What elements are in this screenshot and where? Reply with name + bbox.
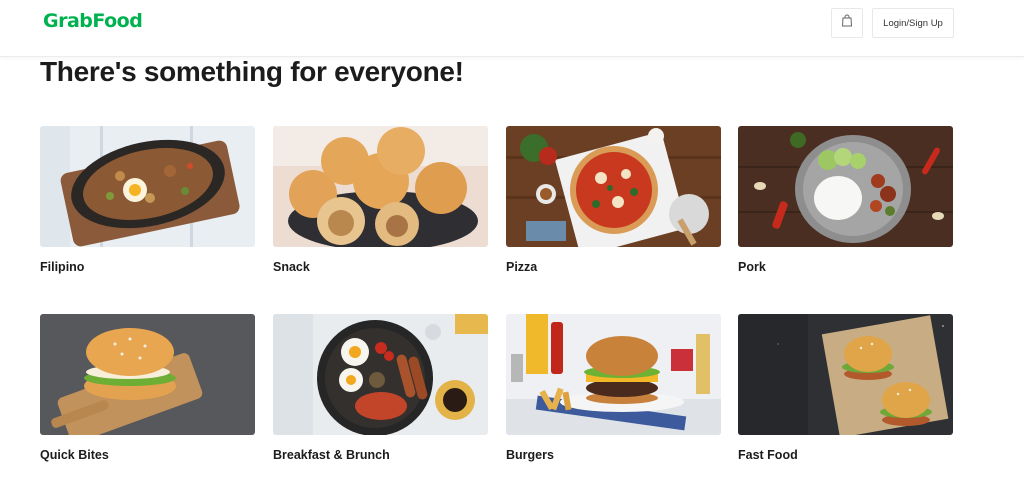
category-card-pork[interactable]: Pork (738, 126, 953, 274)
pizza-board-photo (506, 126, 721, 247)
category-label: Breakfast & Brunch (273, 448, 390, 462)
cart-button[interactable] (831, 8, 863, 38)
pork-rice-plate-photo (738, 126, 953, 247)
category-label: Fast Food (738, 448, 798, 462)
page-heading: There's something for everyone! (40, 56, 464, 87)
two-burgers-photo (738, 314, 953, 435)
category-card-quick-bites[interactable]: Quick Bites (40, 314, 255, 462)
category-label: Burgers (506, 448, 554, 462)
category-card-filipino[interactable]: Filipino (40, 126, 255, 274)
shopping-bag-icon (841, 14, 853, 32)
category-card-pizza[interactable]: Pizza (506, 126, 721, 274)
category-label: Pork (738, 260, 766, 274)
category-card-burgers[interactable]: Burgers (506, 314, 721, 462)
top-navigation-bar: GrabFood Login/Sign Up (0, 0, 1024, 57)
category-label: Pizza (506, 260, 538, 274)
sisig-skillet-photo (40, 126, 255, 247)
siopao-buns-photo (273, 126, 488, 247)
category-card-fast-food[interactable]: Fast Food (738, 314, 953, 462)
category-card-breakfast-brunch[interactable]: Breakfast & Brunch (273, 314, 488, 462)
login-signup-button[interactable]: Login/Sign Up (872, 8, 954, 38)
bagel-sandwich-photo (40, 314, 255, 435)
category-label: Snack (273, 260, 310, 274)
cheeseburger-fries-photo (506, 314, 721, 435)
category-card-snack[interactable]: Snack (273, 126, 488, 274)
english-breakfast-photo (273, 314, 488, 435)
category-label: Filipino (40, 260, 85, 274)
category-label: Quick Bites (40, 448, 109, 462)
grabfood-logo[interactable]: GrabFood (43, 10, 143, 32)
